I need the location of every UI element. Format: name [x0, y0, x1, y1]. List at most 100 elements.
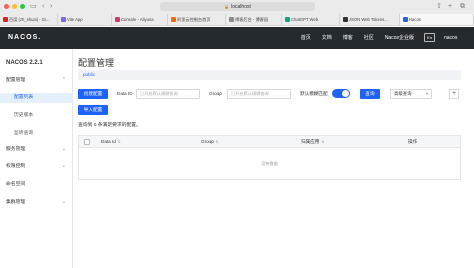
browser-tab-label: ChatGPT Web — [291, 17, 319, 22]
sidebar-group-label: 集群管理 — [6, 200, 26, 205]
nav-link-docs[interactable]: 文档 — [322, 27, 332, 49]
nav-links: 首页 文档 博客 社区 Nacos企业版 — [301, 27, 414, 49]
browser-tab[interactable]: JSON Web Tokens... — [340, 14, 400, 25]
result-summary: 查询到 0 条满足要求的配置。 — [78, 123, 141, 128]
sidebar-group-label: 服务管理 — [6, 147, 26, 152]
page-title: 配置管理 — [78, 58, 115, 68]
lock-icon: 🔒 — [224, 4, 230, 9]
favicon-icon — [229, 17, 234, 22]
nav-link-community[interactable]: 社区 — [364, 27, 374, 49]
query-button[interactable]: 查询 — [360, 89, 380, 99]
browser-tab[interactable]: ChatGPT Web — [282, 14, 340, 25]
favicon-icon — [403, 17, 408, 22]
browser-tab-label: Nacos — [409, 17, 421, 22]
favicon-icon — [285, 17, 290, 22]
dataid-label: Data ID — [117, 91, 133, 96]
version-label: NACOS 2.2.1 — [6, 60, 43, 66]
browser-tab-label: 阿里云控制台首页 — [177, 17, 211, 22]
tab-strip: 百度 (zh_shuai) - Gi... Vite App Console - A… — [0, 14, 474, 25]
dataid-input[interactable]: 已开启默认模糊查询 — [136, 89, 200, 99]
new-tab-icon[interactable]: + — [448, 2, 452, 11]
browser-tab-label: 博客后台 - 博客园 — [235, 17, 269, 22]
advanced-query-select[interactable]: 高级查询 ▾ — [390, 89, 432, 99]
tab-overview-icon[interactable]: ⧉ — [460, 2, 465, 11]
browser-tab[interactable]: Vite App — [58, 14, 112, 25]
sidebar-toggle-icon[interactable]: ▭ — [30, 2, 37, 11]
sidebar-group-label: 配置管理 — [6, 78, 26, 83]
user-menu[interactable]: nacos — [444, 27, 457, 49]
sort-icon[interactable]: ⇅ — [118, 140, 121, 144]
browser-tab[interactable]: 博客后台 - 博客园 — [226, 14, 282, 25]
browser-tab[interactable]: 百度 (zh_shuai) - Gi... — [0, 14, 58, 25]
chevron-down-icon: ⌄ — [61, 199, 66, 205]
column-dataid-label: Data Id — [101, 139, 116, 144]
nav-link-blog[interactable]: 博客 — [343, 27, 353, 49]
column-app-label: 归属应用 — [301, 139, 320, 144]
advanced-query-label: 高级查询 — [394, 91, 412, 96]
sidebar-group-auth[interactable]: 权限控制 ⌄ — [0, 162, 73, 171]
zoom-window-button[interactable] — [20, 4, 25, 9]
sidebar-group-service[interactable]: 服务管理 ⌄ — [0, 145, 73, 154]
sidebar-item-history[interactable]: 历史版本 — [0, 111, 73, 121]
browser-tab-label: 百度 (zh_shuai) - Gi... — [9, 17, 50, 22]
back-icon[interactable]: ‹ — [42, 2, 44, 11]
favicon-icon — [115, 17, 120, 22]
minimize-window-button[interactable] — [12, 4, 17, 9]
browser-tab[interactable]: Console - Aliyuna — [112, 14, 168, 25]
namespace-label: public — [83, 72, 96, 77]
empty-table-message: 没有数据 — [261, 161, 278, 166]
sidebar-group-config[interactable]: 配置管理 ⌃ — [0, 76, 73, 85]
sort-icon[interactable]: ⇅ — [216, 140, 219, 144]
browser-tab[interactable]: Nacos — [400, 14, 474, 25]
fuzzy-match-label: 默认模糊匹配 — [300, 91, 328, 96]
column-app[interactable]: 归属应用 ⇅ — [301, 136, 324, 148]
table-header: Data Id ⇅ Group ⇅ 归属应用 ⇅ 操作 — [79, 136, 460, 148]
sidebar-item-label: 监听查询 — [14, 131, 34, 136]
sidebar-item-listener-query[interactable]: 监听查询 — [0, 129, 73, 139]
address-bar[interactable]: 🔒 localhost — [160, 2, 315, 11]
browser-tab-label: Console - Aliyuna — [121, 17, 154, 22]
sidebar-group-cluster[interactable]: 集群管理 ⌄ — [0, 198, 73, 207]
sidebar-group-label: 权限控制 — [6, 164, 26, 169]
browser-toolbar: ▭ ‹ › 🔒 localhost ⇧ + ⧉ — [0, 0, 474, 13]
language-switch[interactable]: En — [424, 33, 435, 42]
chevron-down-icon: ▾ — [425, 91, 428, 96]
column-dataid[interactable]: Data Id ⇅ — [101, 136, 121, 148]
chevron-down-icon: ⌄ — [61, 146, 66, 152]
browser-tab-label: Vite App — [67, 17, 83, 22]
sidebar: NACOS 2.2.1 配置管理 ⌃ 配置列表 历史版本 监听查询 服务管理 ⌄… — [0, 49, 73, 268]
favicon-icon — [171, 17, 176, 22]
forward-icon[interactable]: › — [50, 2, 52, 11]
toggle-knob — [342, 90, 349, 97]
sidebar-item-label: 历史版本 — [14, 113, 34, 118]
close-window-button[interactable] — [4, 4, 9, 9]
column-actions: 操作 — [408, 139, 418, 144]
browser-chrome: ▭ ‹ › 🔒 localhost ⇧ + ⧉ 百度 (zh_shuai) - G… — [0, 0, 474, 26]
nav-link-enterprise[interactable]: Nacos企业版 — [385, 27, 414, 49]
nav-link-home[interactable]: 首页 — [301, 27, 311, 49]
sidebar-item-config-list[interactable]: 配置列表 — [0, 93, 73, 103]
column-group[interactable]: Group ⇅ — [201, 136, 219, 148]
fuzzy-match-toggle[interactable] — [332, 89, 350, 98]
add-icon[interactable]: + — [449, 89, 459, 99]
browser-tab-label: JSON Web Tokens... — [349, 17, 388, 22]
sidebar-item-namespace[interactable]: 命名空间 — [0, 180, 73, 189]
namespace-tab[interactable]: public — [78, 70, 461, 80]
chevron-down-icon: ⌄ — [61, 163, 66, 169]
select-all-checkbox[interactable] — [84, 139, 90, 145]
browser-tab[interactable]: 阿里云控制台首页 — [168, 14, 226, 25]
group-input[interactable]: 已开启默认模糊查询 — [227, 89, 291, 99]
import-config-button[interactable]: 导入配置 — [78, 105, 108, 115]
share-icon[interactable]: ⇧ — [436, 2, 442, 11]
address-text: localhost — [231, 4, 251, 10]
window-controls — [4, 4, 25, 9]
create-config-button[interactable]: 创建配置 — [78, 89, 108, 99]
sort-icon[interactable]: ⇅ — [321, 140, 324, 144]
nacos-logo[interactable]: NACOS. — [8, 34, 41, 41]
favicon-icon — [61, 17, 66, 22]
group-label: Group — [209, 91, 222, 96]
config-table: Data Id ⇅ Group ⇅ 归属应用 ⇅ 操作 没有数据 — [78, 135, 461, 180]
chevron-up-icon: ⌃ — [61, 77, 66, 83]
favicon-icon — [343, 17, 348, 22]
top-navigation: NACOS. 首页 文档 博客 社区 Nacos企业版 En nacos — [0, 27, 474, 49]
